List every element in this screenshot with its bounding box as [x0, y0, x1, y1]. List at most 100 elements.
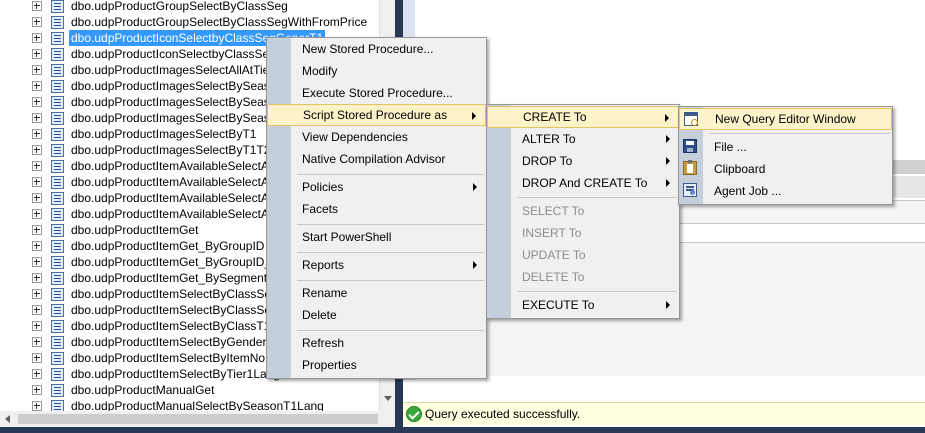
tree-item-label: dbo.udpProductItemGet_BySegmentID	[71, 271, 280, 285]
expand-icon[interactable]	[32, 49, 42, 59]
expand-icon[interactable]	[32, 289, 42, 299]
expand-icon[interactable]	[32, 369, 42, 379]
save-file-icon	[683, 139, 697, 153]
status-message: Query executed successfully.	[425, 407, 581, 421]
menu-item-properties[interactable]: Properties	[267, 354, 486, 376]
menu-separator	[297, 224, 484, 225]
tree-item-label: dbo.udpProductItemSelectByGenderCo	[71, 335, 282, 349]
expand-icon[interactable]	[32, 161, 42, 171]
scroll-left-icon[interactable]	[5, 415, 10, 423]
menu-item-file[interactable]: File ...	[679, 136, 892, 158]
menu-separator	[297, 252, 484, 253]
submenu-arrow-icon	[666, 301, 670, 309]
menu-item-clipboard[interactable]: Clipboard	[679, 158, 892, 180]
menu-separator	[297, 280, 484, 281]
menu-item-execute-stored-procedure[interactable]: Execute Stored Procedure...	[267, 82, 486, 104]
expand-icon[interactable]	[32, 177, 42, 187]
submenu-arrow-icon	[665, 114, 669, 122]
tree-item[interactable]: dbo.udpProductManualGet	[0, 382, 379, 398]
tree-item-label: dbo.udpProductManualGet	[71, 383, 215, 397]
clipboard-icon	[683, 160, 697, 175]
expand-icon[interactable]	[32, 401, 42, 411]
tree-item[interactable]: dbo.udpProductManualSelectBySeasonT1Lang	[0, 398, 379, 411]
expand-icon[interactable]	[32, 321, 42, 331]
menu-item-view-dependencies[interactable]: View Dependencies	[267, 126, 486, 148]
menu-separator	[297, 174, 484, 175]
menu-item-label: Native Compilation Advisor	[302, 152, 446, 166]
expand-icon[interactable]	[32, 273, 42, 283]
submenu-arrow-icon	[473, 183, 477, 191]
stored-procedure-icon	[51, 0, 64, 13]
expand-icon[interactable]	[32, 209, 42, 219]
stored-procedure-icon	[51, 112, 64, 125]
tree-item[interactable]: dbo.udpProductGroupSelectByClassSeg	[0, 0, 379, 14]
expand-icon[interactable]	[32, 353, 42, 363]
expand-icon[interactable]	[32, 385, 42, 395]
menu-item-agent-job[interactable]: Agent Job ...	[679, 180, 892, 202]
menu-item-script-stored-procedure-as[interactable]: Script Stored Procedure as	[267, 104, 486, 126]
expand-icon[interactable]	[32, 225, 42, 235]
menu-item-label: SELECT To	[522, 204, 585, 218]
tree-item[interactable]: dbo.udpProductGroupSelectByClassSegWithF…	[0, 14, 379, 30]
menu-item-drop-and-create-to[interactable]: DROP And CREATE To	[487, 172, 679, 194]
context-menu: New Stored Procedure... Modify Execute S…	[266, 37, 487, 379]
stored-procedure-icon	[51, 304, 64, 317]
tree-item-label: dbo.udpProductItemGet_ByGroupID_V	[71, 255, 280, 269]
tree-horizontal-scrollbar[interactable]	[0, 411, 395, 427]
menu-item-facets[interactable]: Facets	[267, 198, 486, 220]
expand-icon[interactable]	[32, 305, 42, 315]
query-window-icon	[684, 112, 698, 126]
stored-procedure-icon	[51, 176, 64, 189]
expand-icon[interactable]	[32, 17, 42, 27]
menu-item-modify[interactable]: Modify	[267, 60, 486, 82]
expand-icon[interactable]	[32, 145, 42, 155]
expand-icon[interactable]	[32, 97, 42, 107]
menu-item-native-compilation-advisor[interactable]: Native Compilation Advisor	[267, 148, 486, 170]
menu-item-drop-to[interactable]: DROP To	[487, 150, 679, 172]
menu-item-select-to: SELECT To	[487, 200, 679, 222]
menu-item-execute-to[interactable]: EXECUTE To	[487, 294, 679, 316]
menu-item-reports[interactable]: Reports	[267, 254, 486, 276]
menu-item-refresh[interactable]: Refresh	[267, 332, 486, 354]
expand-icon[interactable]	[32, 1, 42, 11]
menu-item-new-stored-procedure[interactable]: New Stored Procedure...	[267, 38, 486, 60]
tree-item-label: dbo.udpProductItemSelectByTier1Lang	[71, 367, 281, 381]
menu-item-create-to[interactable]: CREATE To	[487, 106, 679, 128]
menu-item-insert-to: INSERT To	[487, 222, 679, 244]
menu-item-policies[interactable]: Policies	[267, 176, 486, 198]
menu-item-start-powershell[interactable]: Start PowerShell	[267, 226, 486, 248]
menu-item-label: View Dependencies	[302, 130, 408, 144]
menu-item-label: UPDATE To	[522, 248, 586, 262]
expand-icon[interactable]	[32, 129, 42, 139]
tree-item-label: dbo.udpProductImagesSelectByT1T2Fc	[71, 143, 284, 157]
stored-procedure-icon	[51, 64, 64, 77]
expand-icon[interactable]	[32, 65, 42, 75]
expand-icon[interactable]	[32, 257, 42, 267]
tree-item-label: dbo.udpProductItemAvailableSelectAtT	[71, 191, 280, 205]
menu-item-rename[interactable]: Rename	[267, 282, 486, 304]
menu-item-update-to: UPDATE To	[487, 244, 679, 266]
expand-icon[interactable]	[32, 81, 42, 91]
menu-item-label: EXECUTE To	[522, 298, 595, 312]
submenu-arrow-icon	[666, 179, 670, 187]
tree-item-label: dbo.udpProductItemSelectByClassT1	[71, 319, 271, 333]
expand-icon[interactable]	[32, 113, 42, 123]
submenu-arrow-icon	[666, 157, 670, 165]
tree-item-label: dbo.udpProductImagesSelectBySeason	[71, 111, 284, 125]
menu-item-new-query-editor-window[interactable]: New Query Editor Window	[679, 108, 892, 130]
menu-item-alter-to[interactable]: ALTER To	[487, 128, 679, 150]
tree-item-label: dbo.udpProductItemGet	[71, 223, 199, 237]
stored-procedure-icon	[51, 256, 64, 269]
menu-separator	[297, 330, 484, 331]
expand-icon[interactable]	[32, 337, 42, 347]
scroll-thumb[interactable]	[18, 414, 378, 424]
scroll-down-icon[interactable]	[384, 396, 392, 401]
menu-item-label: Rename	[302, 286, 348, 300]
stored-procedure-icon	[51, 352, 64, 365]
menu-item-label: Properties	[302, 358, 357, 372]
menu-item-delete[interactable]: Delete	[267, 304, 486, 326]
tree-item-label: dbo.udpProductManualSelectBySeasonT1Lang	[71, 399, 324, 411]
expand-icon[interactable]	[32, 33, 42, 43]
expand-icon[interactable]	[32, 241, 42, 251]
expand-icon[interactable]	[32, 193, 42, 203]
